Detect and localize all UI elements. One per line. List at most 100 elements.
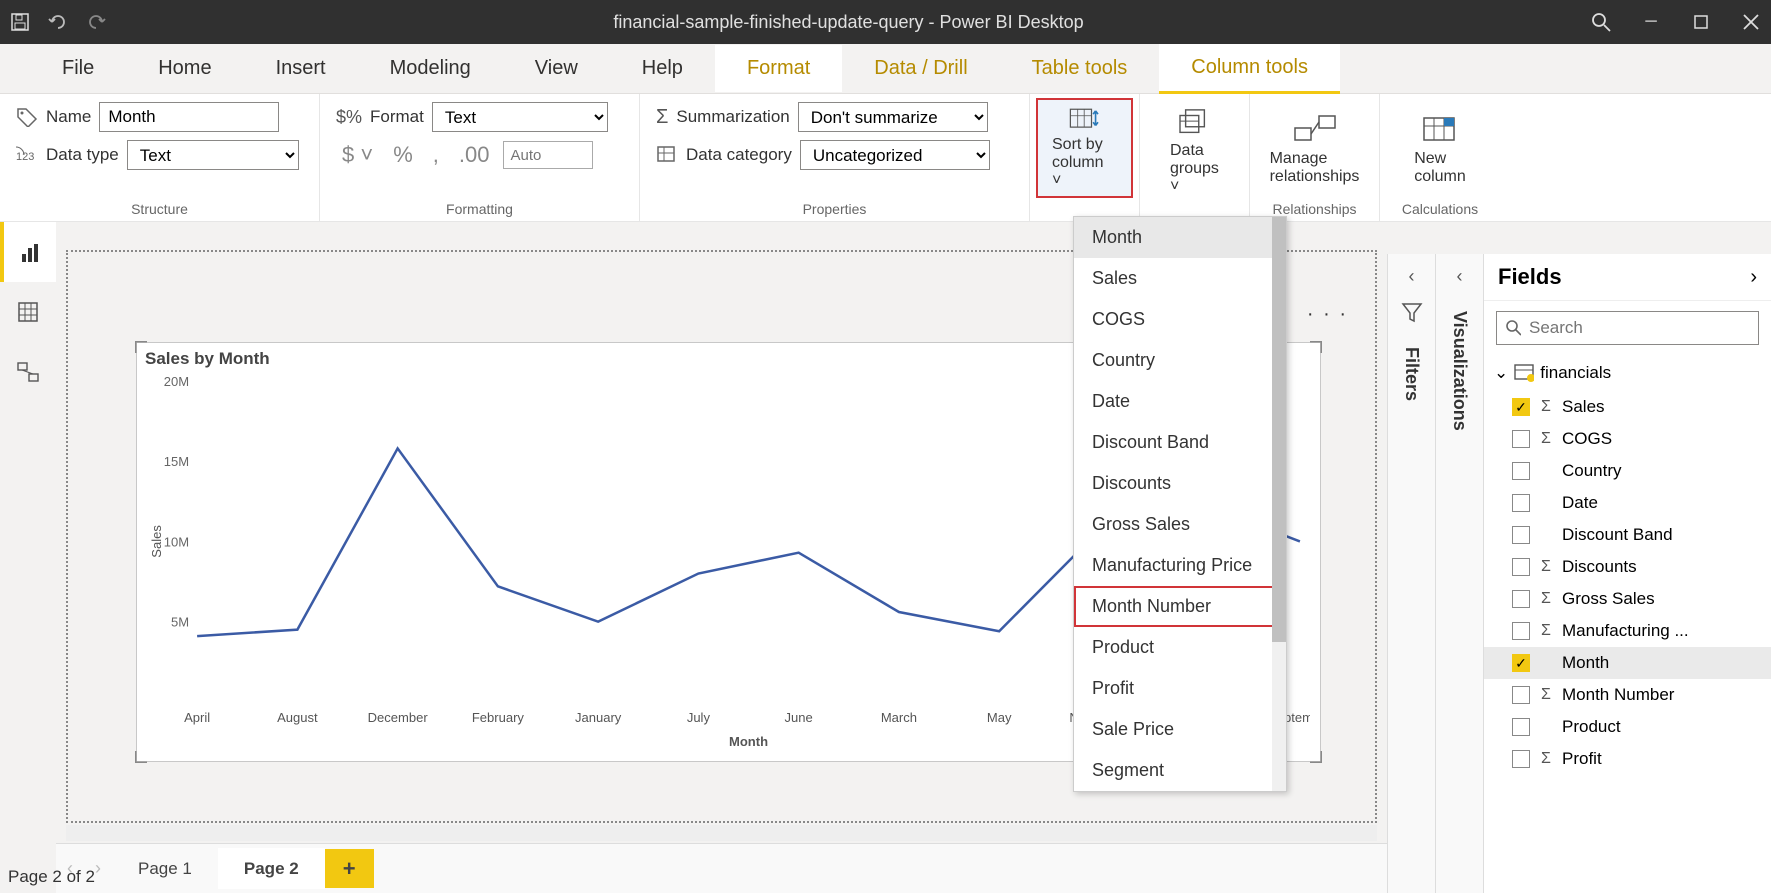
- tab-column-tools[interactable]: Column tools: [1159, 44, 1340, 94]
- undo-icon[interactable]: [48, 12, 68, 32]
- data-view-icon[interactable]: [0, 282, 56, 342]
- sort-menu-item[interactable]: Segment: [1074, 750, 1286, 791]
- fields-search[interactable]: [1496, 311, 1759, 345]
- filter-icon: [1401, 301, 1423, 323]
- tab-insert[interactable]: Insert: [244, 45, 358, 92]
- table-node-financials[interactable]: ⌄ financials: [1484, 355, 1771, 391]
- checkbox[interactable]: [1512, 462, 1530, 480]
- comma-icon[interactable]: ,: [427, 140, 445, 170]
- field-item[interactable]: ΣMonth Number: [1484, 679, 1771, 711]
- field-label: Manufacturing ...: [1562, 621, 1689, 641]
- tab-data-drill[interactable]: Data / Drill: [842, 45, 999, 92]
- expand-filters-icon[interactable]: ‹: [1409, 266, 1415, 287]
- manage-relationships-button[interactable]: Managerelationships: [1266, 102, 1363, 197]
- model-view-icon[interactable]: [0, 342, 56, 402]
- redo-icon[interactable]: [86, 12, 106, 32]
- currency-icon[interactable]: $ ˅: [336, 140, 379, 170]
- sort-menu-item[interactable]: Month: [1074, 217, 1286, 258]
- horizontal-scrollbar[interactable]: [66, 825, 1377, 841]
- checkbox[interactable]: [1512, 526, 1530, 544]
- sort-menu-item[interactable]: Product: [1074, 627, 1286, 668]
- svg-text:February: February: [472, 710, 525, 725]
- field-item[interactable]: Country: [1484, 455, 1771, 487]
- sort-menu-item[interactable]: Gross Sales: [1074, 504, 1286, 545]
- data-groups-button[interactable]: Datagroups ˅: [1156, 102, 1233, 202]
- close-icon[interactable]: [1741, 12, 1761, 32]
- search-icon[interactable]: [1591, 12, 1611, 32]
- sort-menu-item[interactable]: Sale Price: [1074, 709, 1286, 750]
- sort-menu-item[interactable]: Month Number: [1074, 586, 1286, 627]
- new-column-button[interactable]: Newcolumn: [1396, 102, 1484, 197]
- field-item[interactable]: ΣCOGS: [1484, 423, 1771, 455]
- checkbox[interactable]: ✓: [1512, 654, 1530, 672]
- tab-home[interactable]: Home: [126, 45, 243, 92]
- page-tab-2[interactable]: Page 2: [218, 848, 325, 889]
- tab-format[interactable]: Format: [715, 45, 842, 92]
- filters-pane-collapsed[interactable]: ‹ Filters: [1387, 254, 1435, 893]
- sort-menu-item[interactable]: COGS: [1074, 299, 1286, 340]
- checkbox[interactable]: [1512, 622, 1530, 640]
- maximize-icon[interactable]: [1691, 12, 1711, 32]
- add-page-button[interactable]: +: [325, 849, 374, 888]
- sort-by-column-button[interactable]: Sort bycolumn ˅: [1036, 98, 1133, 198]
- minimize-icon[interactable]: ─: [1641, 12, 1661, 32]
- visual-more-icon[interactable]: · · ·: [1307, 303, 1348, 326]
- expand-viz-icon[interactable]: ‹: [1457, 266, 1463, 287]
- checkbox[interactable]: [1512, 718, 1530, 736]
- tab-modeling[interactable]: Modeling: [358, 45, 503, 92]
- checkbox[interactable]: [1512, 750, 1530, 768]
- checkbox[interactable]: [1512, 430, 1530, 448]
- summarization-select[interactable]: Don't summarize: [798, 102, 988, 132]
- checkbox[interactable]: [1512, 494, 1530, 512]
- field-item[interactable]: ΣDiscounts: [1484, 551, 1771, 583]
- tab-help[interactable]: Help: [610, 45, 715, 92]
- field-item[interactable]: ✓Month: [1484, 647, 1771, 679]
- sigma-icon: Σ: [1538, 590, 1554, 608]
- scrollbar[interactable]: [1272, 217, 1286, 791]
- report-view-icon[interactable]: [0, 222, 56, 282]
- checkbox[interactable]: [1512, 686, 1530, 704]
- sort-menu-item[interactable]: Country: [1074, 340, 1286, 381]
- category-icon: [656, 145, 678, 165]
- sort-menu-item[interactable]: Profit: [1074, 668, 1286, 709]
- field-item[interactable]: Discount Band: [1484, 519, 1771, 551]
- datacategory-select[interactable]: Uncategorized: [800, 140, 990, 170]
- field-label: Sales: [1562, 397, 1605, 417]
- datatype-select[interactable]: Text: [127, 140, 299, 170]
- field-item[interactable]: Date: [1484, 487, 1771, 519]
- field-item[interactable]: ΣManufacturing ...: [1484, 615, 1771, 647]
- field-item[interactable]: ✓ΣSales: [1484, 391, 1771, 423]
- tab-view[interactable]: View: [503, 45, 610, 92]
- sort-menu-item[interactable]: Discount Band: [1074, 422, 1286, 463]
- expand-fields-icon[interactable]: ›: [1750, 266, 1757, 289]
- decimal-icon[interactable]: .00: [453, 140, 496, 170]
- svg-text:January: January: [575, 710, 622, 725]
- fields-search-input[interactable]: [1529, 318, 1750, 338]
- status-text: Page 2 of 2: [8, 867, 95, 887]
- field-item[interactable]: ΣProfit: [1484, 743, 1771, 775]
- format-select[interactable]: Text: [432, 102, 608, 132]
- decimals-input[interactable]: [503, 141, 593, 169]
- sigma-icon: Σ: [1538, 558, 1554, 576]
- tab-table-tools[interactable]: Table tools: [1000, 45, 1160, 92]
- table-icon: [1514, 364, 1534, 382]
- svg-text:April: April: [184, 710, 210, 725]
- save-icon[interactable]: [10, 12, 30, 32]
- percent-icon[interactable]: %: [387, 140, 419, 170]
- field-item[interactable]: Product: [1484, 711, 1771, 743]
- sort-menu-item[interactable]: Date: [1074, 381, 1286, 422]
- sort-menu-item[interactable]: Discounts: [1074, 463, 1286, 504]
- sort-menu-item[interactable]: Manufacturing Price: [1074, 545, 1286, 586]
- datatype-label: Data type: [46, 145, 119, 165]
- checkbox[interactable]: [1512, 558, 1530, 576]
- field-item[interactable]: ΣGross Sales: [1484, 583, 1771, 615]
- page-tab-1[interactable]: Page 1: [112, 848, 218, 889]
- name-input[interactable]: [99, 102, 279, 132]
- visualizations-pane-collapsed[interactable]: ‹ Visualizations: [1435, 254, 1483, 893]
- tab-file[interactable]: File: [30, 45, 126, 92]
- checkbox[interactable]: ✓: [1512, 398, 1530, 416]
- checkbox[interactable]: [1512, 590, 1530, 608]
- sort-menu-item[interactable]: Sales: [1074, 258, 1286, 299]
- svg-text:May: May: [987, 710, 1012, 725]
- format-icon: $%: [336, 107, 362, 128]
